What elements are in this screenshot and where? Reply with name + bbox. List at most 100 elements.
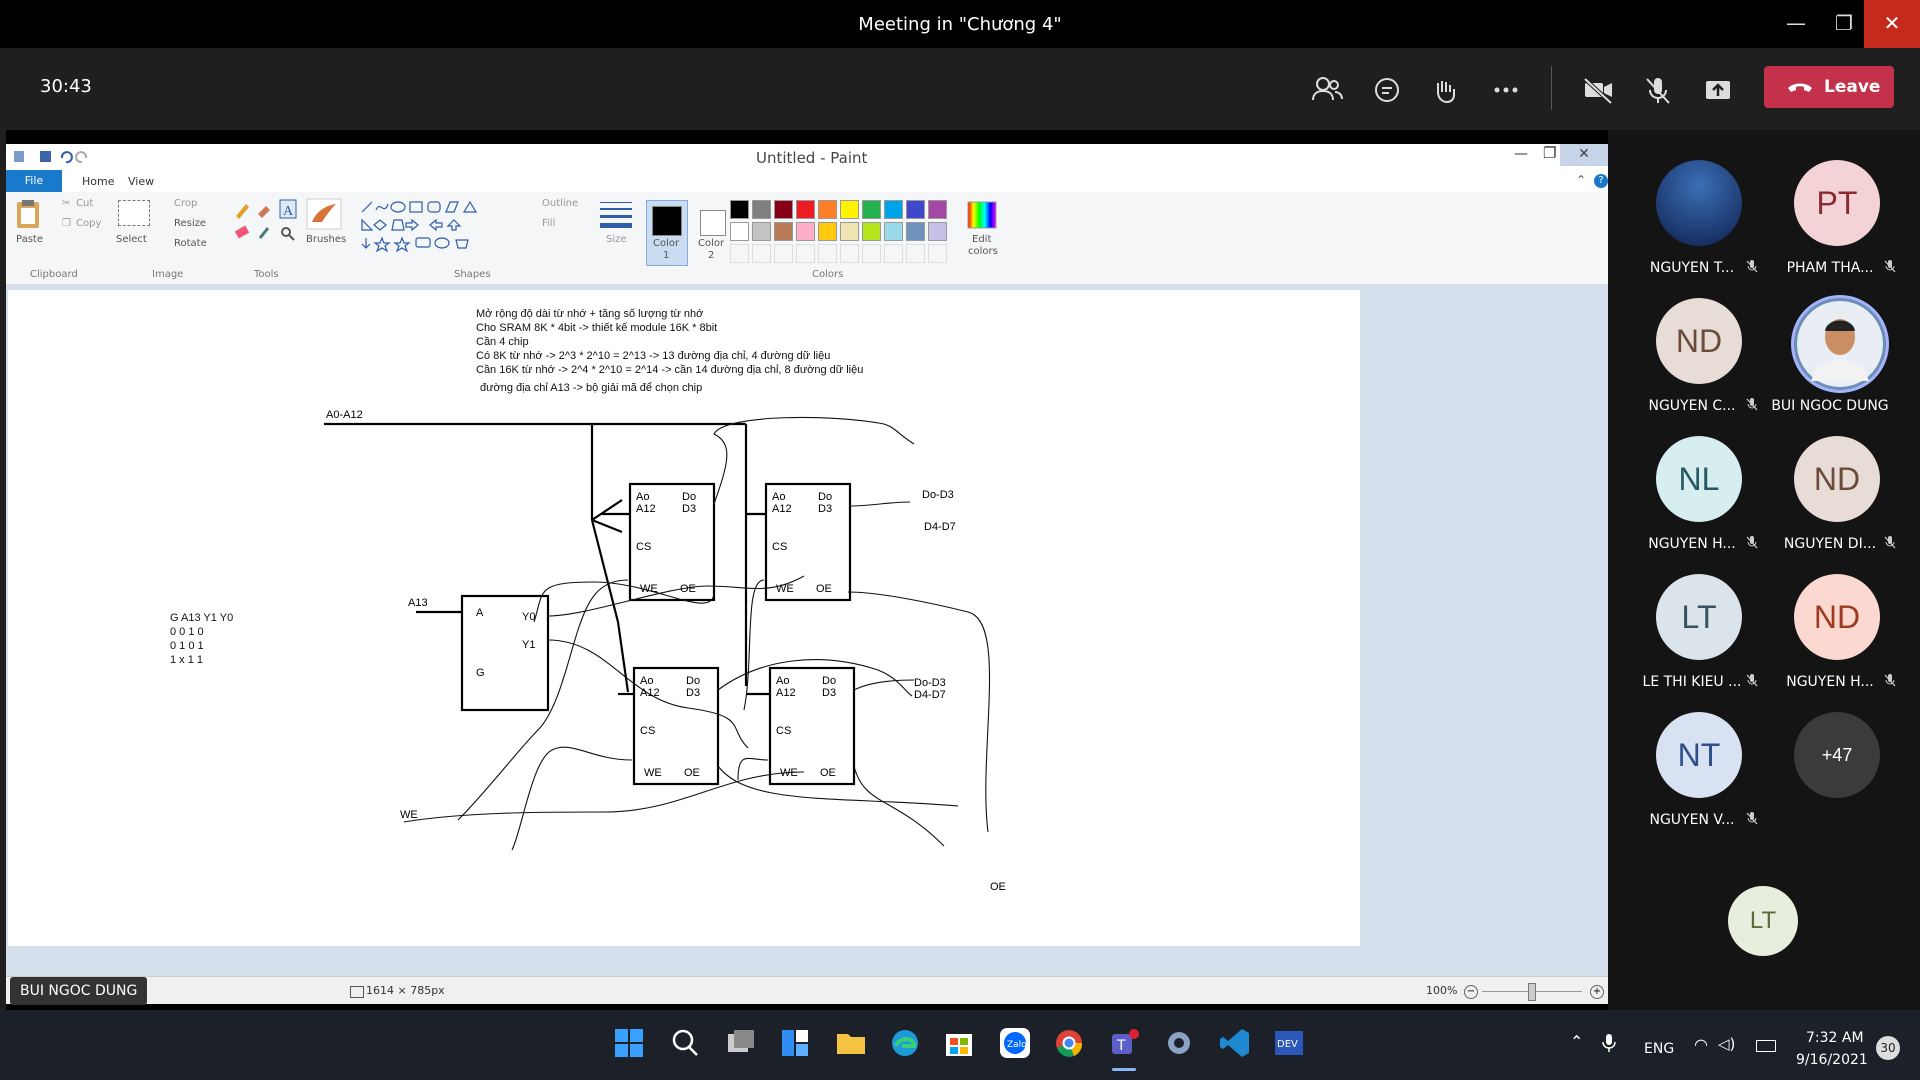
paint-minimize-button[interactable]: — bbox=[1514, 146, 1528, 162]
teams-icon[interactable]: T bbox=[1108, 1026, 1142, 1060]
zoom-in-button[interactable]: + bbox=[1590, 985, 1604, 999]
chrome-icon[interactable] bbox=[1052, 1026, 1086, 1060]
edit-colors-icon[interactable] bbox=[966, 200, 998, 230]
participant-tile[interactable]: ND NGUYEN DI... bbox=[1760, 418, 1900, 552]
palette-swatch[interactable] bbox=[730, 200, 749, 219]
select-icon[interactable] bbox=[118, 200, 150, 226]
battery-icon[interactable] bbox=[1756, 1040, 1776, 1052]
palette-swatch[interactable] bbox=[928, 222, 947, 241]
size-label[interactable]: Size bbox=[606, 234, 627, 245]
palette-empty-swatch[interactable] bbox=[862, 244, 881, 263]
devcpp-icon[interactable]: DEV bbox=[1272, 1026, 1306, 1060]
participant-tile[interactable]: ND NGUYEN H... bbox=[1760, 556, 1900, 690]
participant-tile[interactable]: LT LE THI KIEU ... bbox=[1622, 556, 1762, 690]
palette-empty-swatch[interactable] bbox=[906, 244, 925, 263]
palette-swatch[interactable] bbox=[906, 222, 925, 241]
leave-button[interactable]: Leave bbox=[1764, 66, 1894, 108]
brushes-icon[interactable] bbox=[306, 198, 342, 230]
color-palette[interactable] bbox=[730, 200, 970, 270]
tab-home[interactable]: Home bbox=[82, 175, 114, 188]
palette-empty-swatch[interactable] bbox=[884, 244, 903, 263]
shapes-gallery[interactable] bbox=[358, 198, 518, 258]
palette-swatch[interactable] bbox=[840, 200, 859, 219]
participant-tile[interactable]: PT PHAM THA... bbox=[1760, 142, 1900, 276]
vscode-icon[interactable] bbox=[1218, 1026, 1252, 1060]
palette-swatch[interactable] bbox=[796, 200, 815, 219]
quick-access-icons[interactable] bbox=[10, 148, 110, 166]
palette-empty-swatch[interactable] bbox=[730, 244, 749, 263]
select-label[interactable]: Select bbox=[116, 234, 147, 245]
palette-swatch[interactable] bbox=[752, 222, 771, 241]
brushes-label[interactable]: Brushes bbox=[306, 234, 346, 245]
camera-toggle-button[interactable] bbox=[1576, 68, 1620, 112]
volume-icon[interactable]: ◁) bbox=[1718, 1035, 1735, 1053]
copy-button[interactable]: Copy bbox=[76, 218, 101, 229]
outline-button[interactable]: Outline bbox=[542, 198, 578, 209]
edge-icon[interactable] bbox=[888, 1026, 922, 1060]
edit-colors-label-b[interactable]: colors bbox=[968, 246, 998, 257]
participant-tile[interactable]: NGUYEN T... bbox=[1622, 142, 1762, 276]
zalo-icon[interactable]: Zalo bbox=[998, 1026, 1032, 1060]
clock-date[interactable]: 9/16/2021 bbox=[1796, 1052, 1868, 1068]
share-button[interactable] bbox=[1696, 68, 1740, 112]
palette-swatch[interactable] bbox=[752, 200, 771, 219]
paste-icon[interactable] bbox=[14, 198, 44, 230]
rotate-button[interactable]: Rotate bbox=[174, 238, 207, 249]
palette-swatch[interactable] bbox=[774, 200, 793, 219]
zoom-out-button[interactable]: − bbox=[1464, 985, 1478, 999]
participants-button[interactable] bbox=[1305, 68, 1349, 112]
palette-empty-swatch[interactable] bbox=[818, 244, 837, 263]
palette-swatch[interactable] bbox=[774, 222, 793, 241]
size-icon[interactable] bbox=[598, 200, 634, 230]
participant-tile[interactable]: NL NGUYEN H... bbox=[1622, 418, 1762, 552]
palette-empty-swatch[interactable] bbox=[928, 244, 947, 263]
palette-swatch[interactable] bbox=[730, 222, 749, 241]
palette-swatch[interactable] bbox=[818, 200, 837, 219]
widgets-icon[interactable] bbox=[778, 1026, 812, 1060]
start-icon[interactable] bbox=[612, 1026, 646, 1060]
zoom-slider-thumb[interactable] bbox=[1528, 983, 1536, 1001]
palette-swatch[interactable] bbox=[796, 222, 815, 241]
language-indicator[interactable]: ENG bbox=[1644, 1041, 1674, 1057]
settings-icon[interactable] bbox=[1162, 1026, 1196, 1060]
fill-button[interactable]: Fill bbox=[542, 218, 555, 229]
crop-button[interactable]: Crop bbox=[174, 198, 197, 209]
chat-button[interactable] bbox=[1365, 68, 1409, 112]
close-button[interactable]: ✕ bbox=[1864, 0, 1920, 48]
palette-empty-swatch[interactable] bbox=[840, 244, 859, 263]
palette-swatch[interactable] bbox=[884, 200, 903, 219]
notification-badge[interactable]: 30 bbox=[1876, 1036, 1900, 1060]
microphone-icon[interactable] bbox=[1600, 1032, 1618, 1054]
paste-label[interactable]: Paste bbox=[16, 234, 43, 245]
palette-swatch[interactable] bbox=[928, 200, 947, 219]
cut-button[interactable]: Cut bbox=[76, 198, 93, 209]
tray-expand-icon[interactable]: ⌃ bbox=[1570, 1032, 1583, 1051]
file-explorer-icon[interactable] bbox=[834, 1026, 868, 1060]
participant-tile[interactable]: BUI NGOC DUNG bbox=[1760, 280, 1900, 414]
palette-swatch[interactable] bbox=[906, 200, 925, 219]
palette-empty-swatch[interactable] bbox=[752, 244, 771, 263]
tab-view[interactable]: View bbox=[128, 175, 154, 188]
task-view-icon[interactable] bbox=[724, 1026, 758, 1060]
palette-empty-swatch[interactable] bbox=[796, 244, 815, 263]
palette-empty-swatch[interactable] bbox=[774, 244, 793, 263]
participant-tile[interactable]: +47 bbox=[1760, 694, 1900, 824]
search-icon[interactable] bbox=[668, 1026, 702, 1060]
wifi-icon[interactable]: ◠ bbox=[1694, 1035, 1708, 1054]
paint-canvas[interactable]: Mở rộng độ dài từ nhớ + tăng số lượng từ… bbox=[8, 290, 1360, 946]
paint-close-button[interactable]: ✕ bbox=[1560, 144, 1608, 166]
clock-time[interactable]: 7:32 AM bbox=[1806, 1030, 1864, 1046]
more-options-button[interactable] bbox=[1484, 68, 1528, 112]
store-icon[interactable] bbox=[942, 1026, 976, 1060]
resize-button[interactable]: Resize bbox=[174, 218, 206, 229]
collapse-ribbon-icon[interactable]: ⌃ bbox=[1576, 173, 1586, 187]
help-icon[interactable]: ? bbox=[1594, 174, 1608, 188]
participant-tile[interactable]: ND NGUYEN C... bbox=[1622, 280, 1762, 414]
paint-maximize-button[interactable]: ❐ bbox=[1543, 144, 1556, 162]
palette-swatch[interactable] bbox=[840, 222, 859, 241]
participant-tile[interactable]: NT NGUYEN V... bbox=[1622, 694, 1762, 828]
palette-swatch[interactable] bbox=[862, 200, 881, 219]
mic-toggle-button[interactable] bbox=[1636, 68, 1680, 112]
tab-file[interactable]: File bbox=[6, 170, 62, 192]
palette-swatch[interactable] bbox=[884, 222, 903, 241]
